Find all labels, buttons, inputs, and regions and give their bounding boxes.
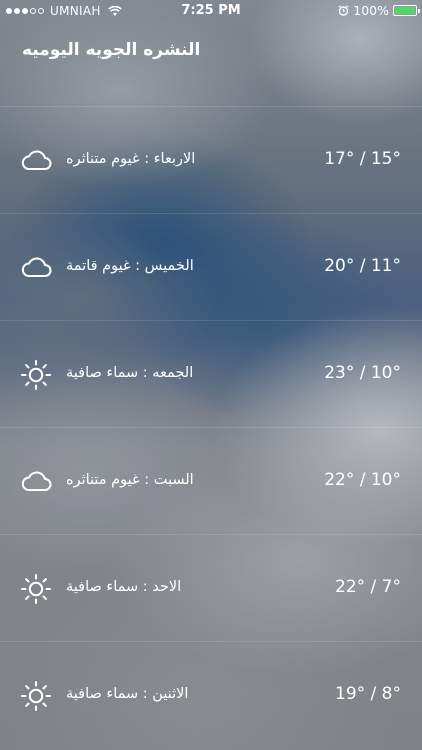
forecast-temperature: 23° / 10° bbox=[324, 363, 401, 383]
forecast-description: الاحد : سماء صافية bbox=[66, 579, 182, 595]
forecast-temperature: 17° / 15° bbox=[324, 149, 401, 169]
status-right: 100% bbox=[338, 3, 420, 18]
forecast-description: الجمعه : سماء صافية bbox=[66, 365, 194, 381]
forecast-description: الاثنين : سماء صافية bbox=[66, 686, 189, 702]
divider bbox=[0, 641, 422, 642]
forecast-row-3[interactable]: الجمعه : سماء صافية 23° / 10° bbox=[0, 355, 422, 395]
sun-icon bbox=[21, 574, 51, 604]
forecast-row-6[interactable]: الاثنين : سماء صافية 19° / 8° bbox=[0, 676, 422, 716]
page-title: النشره الجويه اليوميه bbox=[22, 40, 201, 60]
cloud-icon bbox=[21, 150, 52, 170]
forecast-temperature: 20° / 11° bbox=[324, 256, 401, 276]
sun-icon bbox=[21, 681, 51, 711]
forecast-description: الاربعاء : غيوم متناثره bbox=[66, 151, 196, 167]
forecast-row-1[interactable]: الاربعاء : غيوم متناثره 17° / 15° bbox=[0, 141, 422, 181]
battery-percent: 100% bbox=[353, 3, 389, 18]
cloud-icon bbox=[21, 257, 52, 277]
divider bbox=[0, 106, 422, 107]
forecast-temperature: 22° / 10° bbox=[324, 470, 401, 490]
forecast-row-2[interactable]: الخميس : غيوم قاتمة 20° / 11° bbox=[0, 248, 422, 288]
forecast-temperature: 22° / 7° bbox=[335, 577, 401, 597]
divider bbox=[0, 534, 422, 535]
divider bbox=[0, 427, 422, 428]
forecast-row-4[interactable]: السبت : غيوم متناثره 22° / 10° bbox=[0, 462, 422, 502]
divider bbox=[0, 320, 422, 321]
forecast-temperature: 19° / 8° bbox=[335, 684, 401, 704]
forecast-row-5[interactable]: الاحد : سماء صافية 22° / 7° bbox=[0, 569, 422, 609]
divider bbox=[0, 213, 422, 214]
alarm-icon bbox=[338, 5, 349, 16]
status-bar: UMNIAH 7:25 PM 100% bbox=[0, 0, 422, 22]
forecast-description: السبت : غيوم متناثره bbox=[66, 472, 194, 488]
cloud-icon bbox=[21, 471, 52, 491]
forecast-description: الخميس : غيوم قاتمة bbox=[66, 258, 194, 274]
battery-icon bbox=[393, 5, 420, 16]
sun-icon bbox=[21, 360, 51, 390]
